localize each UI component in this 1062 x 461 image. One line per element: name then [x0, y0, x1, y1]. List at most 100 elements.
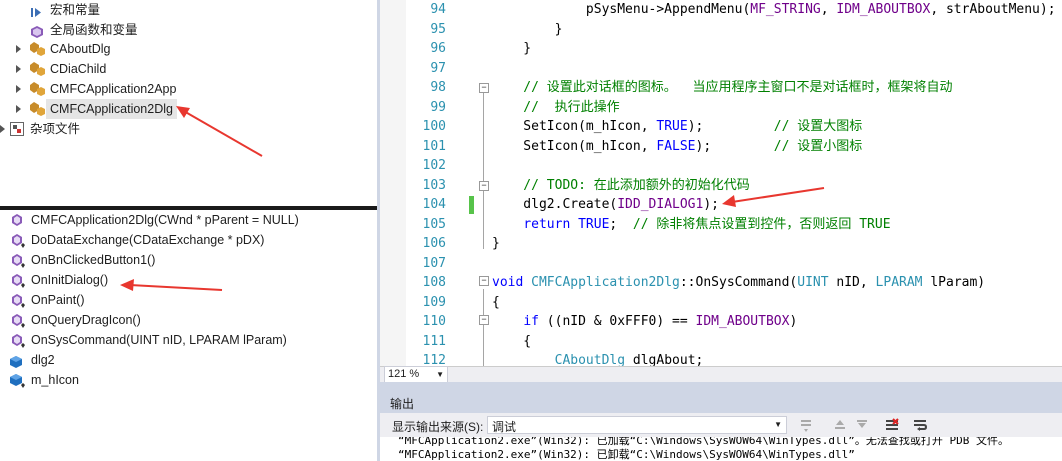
member-label: m_hIcon	[31, 373, 79, 387]
misc-files-icon	[10, 122, 24, 136]
protected-field-icon	[10, 374, 26, 388]
line-number: 97	[430, 60, 446, 76]
member-label: OnQueryDragIcon()	[31, 313, 141, 327]
member-label: OnBnClickedButton1()	[31, 253, 156, 267]
tree-item-cmfcapplication2dlg[interactable]: CMFCApplication2Dlg	[0, 99, 377, 119]
output-title: 输出	[390, 397, 415, 411]
global-icon	[31, 24, 43, 38]
tree-item-label: 全局函数和变量	[50, 23, 138, 37]
tree-item-label: 杂项文件	[30, 122, 81, 136]
collapse-toggle-icon[interactable]: −	[479, 83, 489, 93]
find-prev-icon[interactable]	[798, 417, 814, 433]
chevron-down-icon: ▼	[774, 420, 782, 429]
collapse-toggle-icon[interactable]: −	[479, 181, 489, 191]
collapse-toggle-icon[interactable]: −	[479, 276, 489, 286]
method-icon	[10, 213, 24, 227]
protected-method-icon	[10, 293, 26, 309]
output-title-bar: 输出	[380, 392, 1062, 413]
expand-arrow-icon[interactable]	[0, 125, 5, 133]
chevron-down-icon: ▼	[436, 370, 444, 379]
zoom-level: 121 %	[388, 368, 420, 380]
expand-arrow-icon[interactable]	[16, 85, 21, 93]
member-label: OnInitDialog()	[31, 273, 109, 287]
tree-item-globals[interactable]: 全局函数和变量	[0, 20, 377, 40]
output-text-area[interactable]: “MFCApplication2.exe”(Win32): 已加载“C:\Win…	[380, 437, 1062, 461]
line-number: 106	[422, 236, 446, 251]
member-dodataexchange[interactable]: DoDataExchange(CDataExchange * pDX)	[0, 230, 377, 250]
member-oninitdialog[interactable]: OnInitDialog()	[0, 270, 377, 290]
protected-method-icon	[10, 233, 26, 249]
expand-arrow-icon[interactable]	[16, 45, 21, 53]
code-line[interactable]: // TODO: 在此添加额外的初始化代码	[492, 176, 749, 196]
line-number: 95	[430, 21, 446, 37]
code-line[interactable]: {	[492, 332, 531, 352]
expand-arrow-icon[interactable]	[16, 105, 21, 113]
expand-arrow-icon[interactable]	[16, 65, 21, 73]
line-number: 98	[430, 80, 446, 95]
line-number: 99	[430, 99, 446, 115]
code-line[interactable]: }	[492, 234, 500, 254]
tree-item-macros[interactable]: 宏和常量	[0, 0, 377, 20]
tree-item-cdiachild[interactable]: CDiaChild	[0, 59, 377, 79]
code-line[interactable]: SetIcon(m_hIcon, FALSE); // 设置小图标	[492, 137, 862, 157]
code-line[interactable]: pSysMenu->AppendMenu(MF_STRING, IDM_ABOU…	[492, 0, 1056, 20]
code-line[interactable]: // 执行此操作	[492, 98, 619, 118]
class-icon	[30, 81, 46, 97]
protected-method-icon	[10, 273, 26, 289]
member-onpaint[interactable]: OnPaint()	[0, 290, 377, 310]
tree-item-caboutdlg[interactable]: CAboutDlg	[0, 39, 377, 59]
member-onbnclickedbutton1[interactable]: OnBnClickedButton1()	[0, 250, 377, 270]
code-line[interactable]: return TRUE; // 除非将焦点设置到控件，否则返回 TRUE	[492, 215, 890, 235]
line-number: 101	[422, 138, 446, 154]
code-line[interactable]: if ((nID & 0xFFF0) == IDM_ABOUTBOX)	[492, 312, 797, 332]
change-marker	[469, 196, 474, 214]
tree-item-cmfcapplication2app[interactable]: CMFCApplication2App	[0, 79, 377, 99]
code-line[interactable]: SetIcon(m_hIcon, TRUE); // 设置大图标	[492, 117, 862, 137]
code-line[interactable]: // 设置此对话框的图标。 当应用程序主窗口不是对话框时，框架将自动	[492, 78, 952, 98]
output-source-label: 显示输出来源(S):	[392, 420, 484, 434]
clear-all-icon[interactable]	[884, 417, 900, 433]
go-down-icon[interactable]	[854, 417, 870, 433]
member-dlg2[interactable]: dlg2	[0, 350, 377, 370]
member-m-hicon[interactable]: m_hIcon	[0, 370, 377, 390]
member-label: OnPaint()	[31, 293, 85, 307]
word-wrap-icon[interactable]	[912, 417, 928, 433]
member-label: dlg2	[31, 353, 55, 367]
line-number: 104	[422, 197, 446, 212]
class-icon	[30, 61, 46, 77]
code-line[interactable]: {	[492, 293, 500, 313]
class-icon	[30, 101, 46, 117]
tree-item-misc-files[interactable]: 杂项文件	[0, 119, 377, 139]
zoom-dropdown[interactable]: 121 % ▼	[384, 366, 448, 383]
line-number: 94	[430, 2, 446, 17]
collapse-toggle-icon[interactable]: −	[479, 315, 489, 325]
member-label: CMFCApplication2Dlg(CWnd * pParent = NUL…	[31, 213, 299, 227]
output-source-value: 调试	[492, 420, 517, 434]
go-up-icon[interactable]	[832, 417, 848, 433]
class-view-pane: 宏和常量 全局函数和变量 CAboutDlg CDiaChild CMFCApp…	[0, 0, 377, 206]
editor-gutter	[380, 0, 406, 366]
line-number: 108	[422, 275, 446, 290]
code-line[interactable]: }	[492, 20, 563, 40]
code-line[interactable]: void CMFCApplication2Dlg::OnSysCommand(U…	[492, 273, 985, 293]
member-onquerydragicon[interactable]: OnQueryDragIcon()	[0, 310, 377, 330]
code-line[interactable]: dlg2.Create(IDD_DIALOG1);	[492, 195, 719, 215]
member-constructor[interactable]: CMFCApplication2Dlg(CWnd * pParent = NUL…	[0, 210, 377, 230]
member-onsyscommand[interactable]: OnSysCommand(UINT nID, LPARAM lParam)	[0, 330, 377, 350]
tree-item-label: CMFCApplication2App	[50, 82, 177, 96]
line-number: 110	[422, 314, 446, 329]
line-number: 107	[422, 255, 446, 271]
member-label: OnSysCommand(UINT nID, LPARAM lParam)	[31, 333, 287, 347]
line-number: 100	[422, 119, 446, 134]
class-icon	[30, 41, 46, 57]
protected-method-icon	[10, 313, 26, 329]
member-label: DoDataExchange(CDataExchange * pDX)	[31, 233, 265, 247]
members-pane: CMFCApplication2Dlg(CWnd * pParent = NUL…	[0, 210, 377, 461]
pane-gap	[380, 382, 1062, 392]
tree-item-label: 宏和常量	[50, 3, 101, 17]
output-line: “MFCApplication2.exe”(Win32): 已卸载“C:\Win…	[398, 448, 855, 461]
outline-line	[483, 83, 484, 249]
output-source-select[interactable]: 调试 ▼	[487, 416, 787, 434]
code-line[interactable]: }	[492, 39, 531, 59]
protected-method-icon	[10, 253, 26, 269]
